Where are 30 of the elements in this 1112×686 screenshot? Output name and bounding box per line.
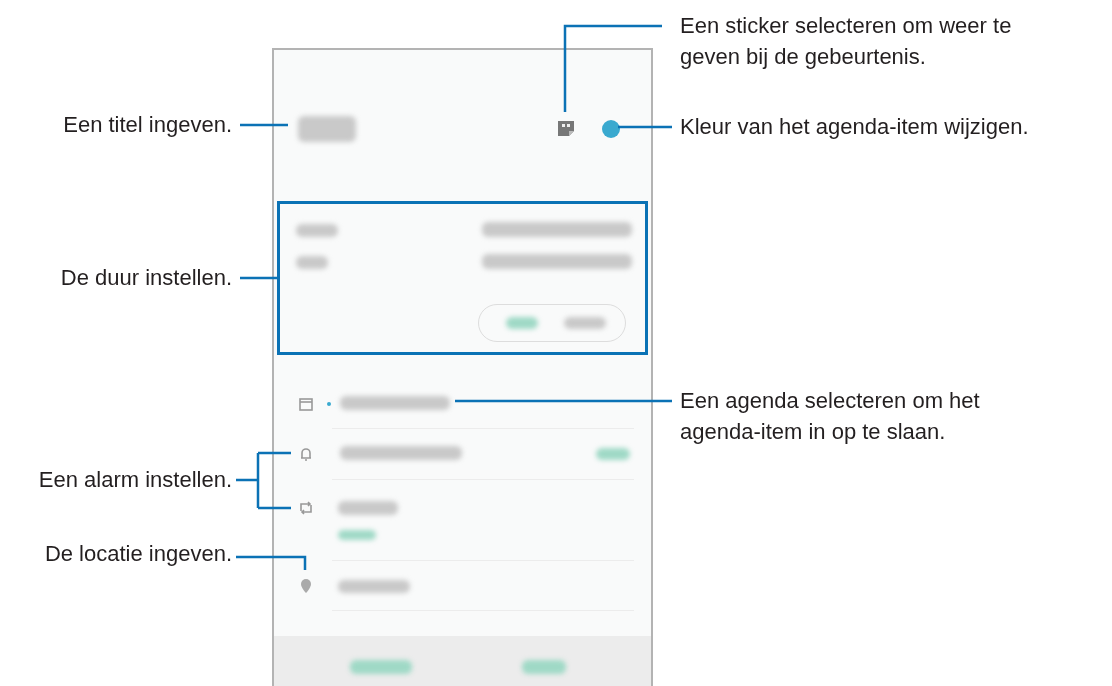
blurred-text [296,256,328,269]
blurred-text [596,448,630,460]
blurred-text [506,317,538,329]
dot-icon [327,402,331,406]
leader-line [234,451,293,510]
blurred-text [564,317,606,329]
sticker-icon[interactable] [556,118,576,138]
blurred-text [298,116,356,142]
blurred-text [338,530,376,540]
leader-line [240,123,288,127]
bell-icon [298,446,314,462]
callout-text: Een sticker selecteren om weer te geven bij de gebeurtenis. [680,12,1013,71]
blurred-text [338,580,410,593]
callout-text: De locatie ingeven. [44,540,232,568]
save-button[interactable] [522,660,566,674]
callout-text: Een alarm instellen. [38,466,232,494]
location-pin-icon [298,578,314,594]
leader-line [618,125,672,129]
leader-line [240,276,277,280]
callout-text: Een agenda selecteren om het agenda-item in op te slaan. [680,387,981,446]
calendar-icon [298,396,314,412]
callout-text: Een titel ingeven. [63,111,232,139]
blurred-text [338,501,398,515]
blurred-text [296,224,338,237]
callout-text: De duur instellen. [60,264,232,292]
color-dot[interactable] [602,120,620,138]
callout-text: Kleur van het agenda-item wijzigen. [680,113,1029,141]
repeat-icon [298,500,314,516]
leader-line [236,555,307,570]
cancel-button[interactable] [350,660,412,674]
